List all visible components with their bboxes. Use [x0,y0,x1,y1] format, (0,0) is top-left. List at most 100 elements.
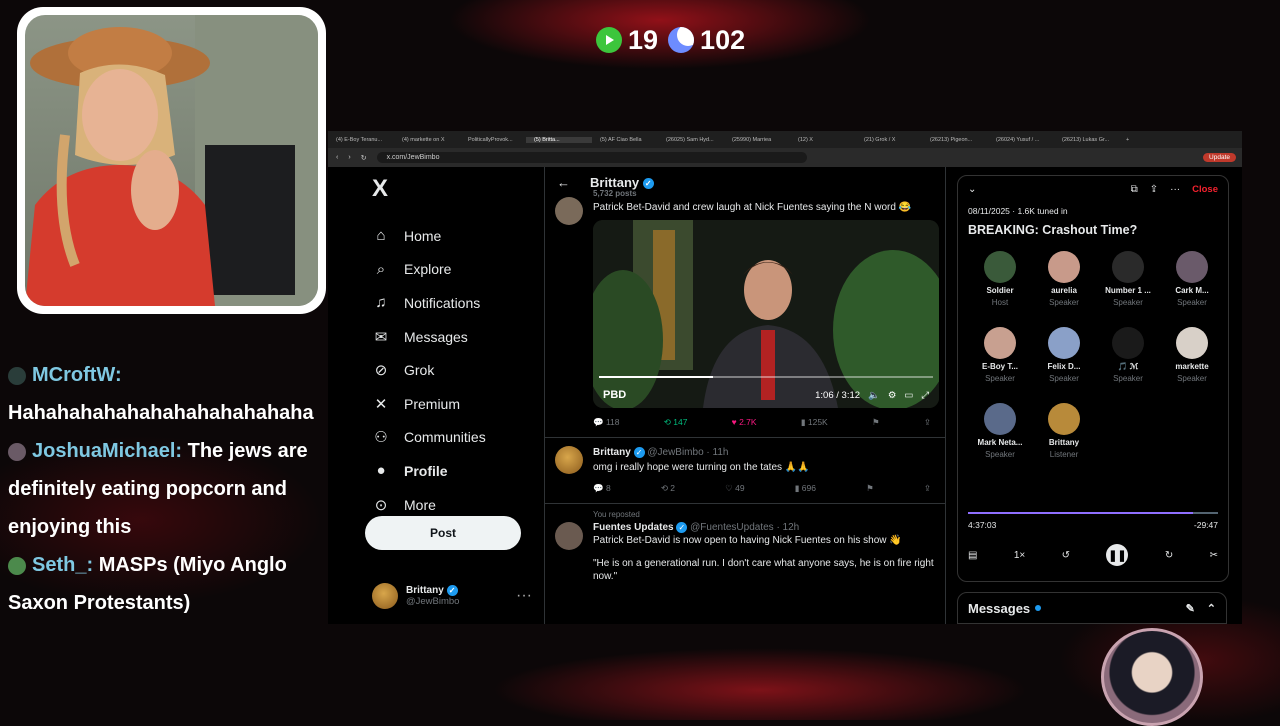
participant-name: markette [1175,362,1209,371]
tweet-quote: "He is on a generational run. I don't ca… [593,558,934,582]
account-handle: @JewBimbo [406,596,460,608]
browser-tab[interactable]: (25990) Marriea [724,137,790,143]
participant[interactable]: E-Boy T... Speaker [968,327,1032,399]
tweet-text: Patrick Bet-David and crew laugh at Nick… [593,202,912,213]
speed-button[interactable]: 1× [1014,550,1025,561]
reply-button[interactable]: 💬 8 [593,482,611,495]
account-switcher[interactable]: Brittany ✓ @JewBimbo ··· [372,583,532,609]
tweet[interactable]: Patrick Bet-David and crew laugh at Nick… [545,197,945,438]
browser-tab[interactable]: (4) markette on X [394,137,460,143]
messages-drawer[interactable]: Messages ✎ ⌃ [957,592,1227,624]
participant-role: Listener [1049,450,1079,459]
nav-messages[interactable]: ✉ Messages [364,320,534,354]
participant[interactable]: Felix D... Speaker [1032,327,1096,399]
tweet[interactable]: Brittany ✓ @JewBimbo · 11h omg i really … [545,438,945,504]
pip-icon[interactable]: ▭ [904,389,913,402]
avatar [984,251,1016,283]
views-button[interactable]: ▮ 125K [801,416,828,429]
like-button[interactable]: ♥ 2.7K [732,416,757,429]
participant[interactable]: aurelia Speaker [1032,251,1096,323]
participant[interactable]: Number 1 ... Speaker [1096,251,1160,323]
search-icon: ⌕ [376,260,386,278]
tweet[interactable]: You reposted Fuentes Updates ✓ @FuentesU… [545,504,945,583]
play-icon [596,27,622,53]
bookmark-icon[interactable]: ⚑ [866,482,874,495]
browser-tab[interactable]: (26213) Lukas Gr... [1054,137,1120,143]
browser-tab[interactable]: (4) E-Boy Teranu... [328,137,394,143]
browser-tab[interactable]: (21) Grok / X [856,137,922,143]
forward-icon[interactable]: ↻ [1165,550,1173,561]
space-times: 4:37:03 -29:47 [968,520,1218,530]
views-button[interactable]: ▮ 696 [795,482,816,495]
clip-icon[interactable]: ✂ [1210,550,1218,561]
nav-grok[interactable]: ⊘ Grok [364,353,534,387]
rewind-icon[interactable]: ↺ [1062,550,1070,561]
participant-name: Felix D... [1047,362,1081,371]
dock-icon[interactable]: ⧉ [1131,184,1138,195]
participant[interactable]: Soldier Host [968,251,1032,323]
avatar [1176,327,1208,359]
bookmark-icon[interactable]: ⚑ [872,416,880,429]
repost-button[interactable]: ⟲ 2 [661,482,675,495]
nav-label: Messages [404,328,468,345]
video-frame [593,220,939,408]
participant[interactable]: Brittany Listener [1032,403,1096,475]
collapse-icon[interactable]: ⌄ [968,184,976,195]
nav-profile[interactable]: ● Profile [364,454,534,488]
reload-icon[interactable]: ↻ [361,154,367,162]
captions-icon[interactable]: ▤ [968,550,977,561]
repost-button[interactable]: ⟲ 147 [664,416,688,429]
video-progress-bar[interactable] [599,376,933,378]
nav-notifications[interactable]: ♫ Notifications [364,286,534,320]
browser-tab[interactable]: (5) AF Ciao Bella [592,137,658,143]
moon-count: 102 [700,24,746,55]
back-arrow-icon[interactable]: ← [557,175,570,190]
nav-premium[interactable]: ✕ Premium [364,387,534,421]
forward-icon[interactable]: › [348,154,350,161]
expand-icon[interactable]: ⌃ [1207,602,1216,615]
browser-tab[interactable]: PoliticallyProvok... [460,137,526,143]
browser-tab[interactable]: (12) X [790,137,856,143]
update-button[interactable]: Update [1203,153,1236,162]
browser-tab[interactable]: (26024) Yusuf / ... [988,137,1054,143]
nav-explore[interactable]: ⌕ Explore [364,253,534,287]
chat-username: Seth_: [32,554,94,576]
pause-button[interactable]: ❚❚ [1106,544,1129,566]
nav-label: Profile [404,462,448,479]
reply-button[interactable]: 💬 118 [593,416,620,429]
fullscreen-icon[interactable]: ⤢ [921,389,929,402]
avatar [1048,251,1080,283]
tweet-author: Brittany [593,447,631,458]
address-bar: ‹ › ↻ x.com/JewBimbo Update [328,148,1242,167]
participant[interactable]: markette Speaker [1160,327,1224,399]
browser-tab-active[interactable]: (5) Britta... [526,136,592,143]
like-button[interactable]: ♡ 49 [725,482,744,495]
space-meta: 08/11/2025 · 1.6K tuned in [968,206,1068,216]
participant[interactable]: Cark M... Speaker [1160,251,1224,323]
settings-icon[interactable]: ⚙ [888,389,897,402]
nav-communities[interactable]: ⚇ Communities [364,421,534,455]
share-icon[interactable]: ⇪ [1150,184,1158,195]
more-icon[interactable]: ··· [1170,184,1180,195]
volume-icon[interactable]: 🔈 [868,389,880,402]
participant[interactable]: 🎵 ℳ Speaker [1096,327,1160,399]
share-icon[interactable]: ⇪ [924,482,931,495]
new-tab-icon[interactable]: + [1120,137,1129,143]
video-player[interactable]: PBD 1:06 / 3:12 🔈 ⚙ ▭ ⤢ [593,220,939,408]
nav-home[interactable]: ⌂ Home [364,219,534,253]
participant-name: Brittany [1048,438,1080,447]
space-title: BREAKING: Crashout Time? [968,223,1138,237]
url-field[interactable]: x.com/JewBimbo [376,152,807,163]
browser-tab[interactable]: (26213) Pigeon... [922,137,988,143]
more-icon[interactable]: ··· [516,587,532,605]
compose-message-icon[interactable]: ✎ [1186,602,1195,615]
back-icon[interactable]: ‹ [336,154,338,161]
browser-tab[interactable]: (26025) Sam Hyd... [658,137,724,143]
participant[interactable]: Mark Neta... Speaker [968,403,1032,475]
post-button[interactable]: Post [365,516,521,550]
share-icon[interactable]: ⇪ [924,416,931,429]
space-progress-bar[interactable] [968,512,1218,514]
participant-name: Number 1 ... [1105,286,1151,295]
x-logo-icon[interactable]: X [372,175,534,203]
close-button[interactable]: Close [1192,184,1218,195]
